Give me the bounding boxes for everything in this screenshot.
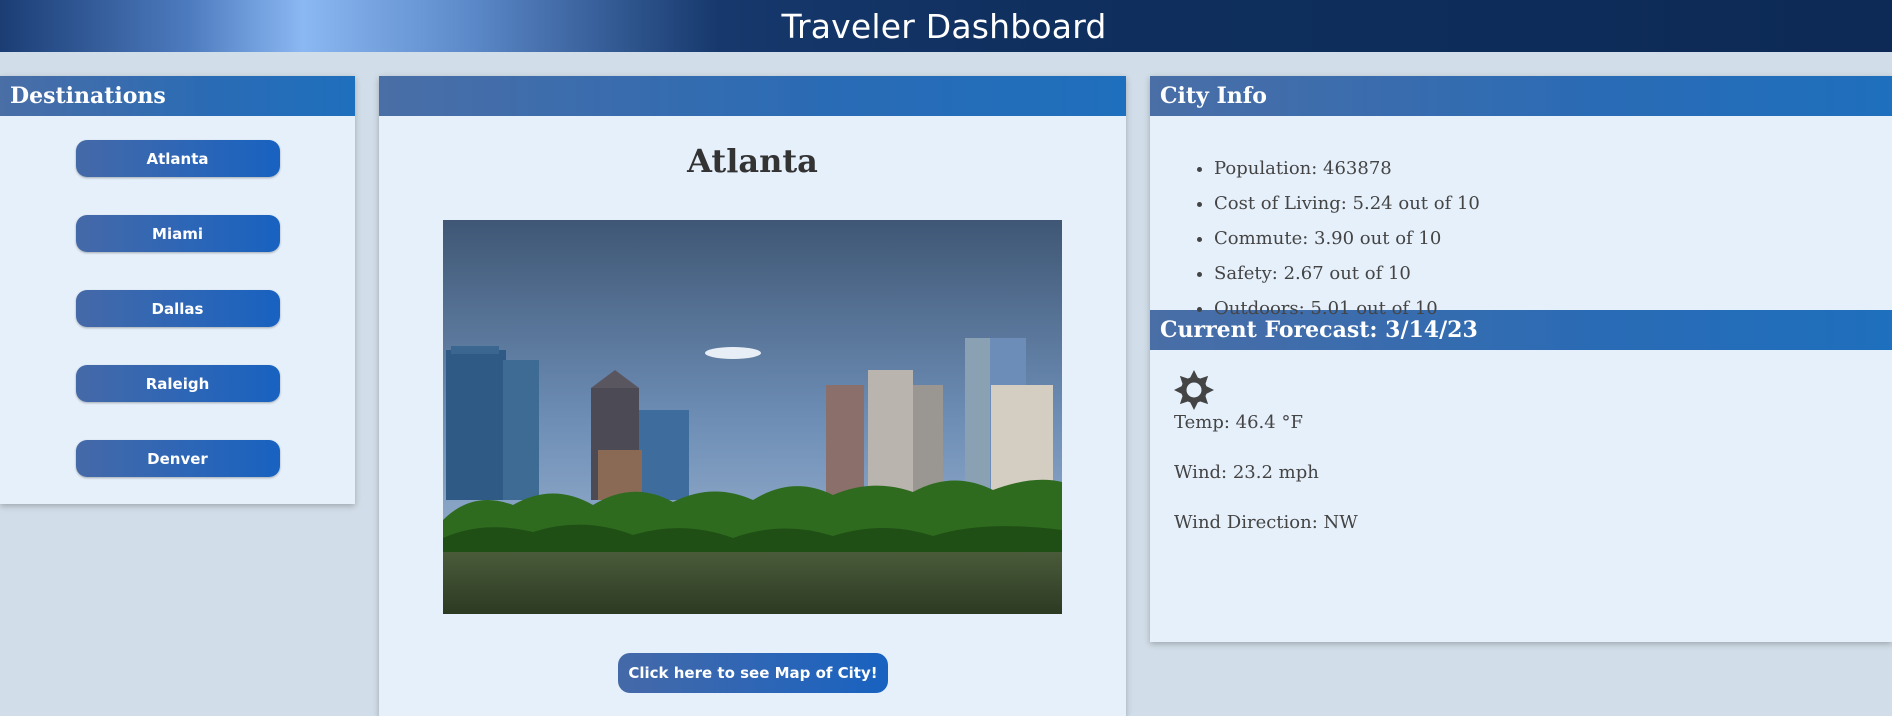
city-info-list: Population: 463878 Cost of Living: 5.24 … (1150, 116, 1892, 319)
destinations-title: Destinations (0, 76, 355, 116)
destination-button-miami[interactable]: Miami (75, 215, 280, 252)
city-skyline-image (443, 220, 1062, 614)
forecast-temp: Temp: 46.4 °F (1174, 412, 1303, 433)
destination-button-raleigh[interactable]: Raleigh (75, 365, 280, 402)
destination-button-dallas[interactable]: Dallas (75, 290, 280, 327)
see-map-button[interactable]: Click here to see Map of City! (618, 653, 888, 693)
cost-of-living-stat: Cost of Living: 5.24 out of 10 (1214, 193, 1892, 228)
destination-button-denver[interactable]: Denver (75, 440, 280, 477)
destinations-panel: Destinations Atlanta Miami Dallas Raleig… (0, 76, 355, 504)
sun-icon (1172, 368, 1216, 412)
commute-stat: Commute: 3.90 out of 10 (1214, 228, 1892, 263)
destination-list: Atlanta Miami Dallas Raleigh Denver (0, 116, 355, 477)
city-panel: Atlanta Click here to see Map of City! (379, 76, 1126, 716)
safety-stat: Safety: 2.67 out of 10 (1214, 263, 1892, 298)
city-info-title: City Info (1150, 76, 1892, 116)
destination-button-atlanta[interactable]: Atlanta (75, 140, 280, 177)
forecast-wind-direction: Wind Direction: NW (1174, 512, 1358, 533)
app-header: Traveler Dashboard (0, 0, 1892, 52)
page-title: Traveler Dashboard (781, 6, 1107, 46)
city-panel-header (379, 76, 1126, 116)
population-stat: Population: 463878 (1214, 158, 1892, 193)
city-info-panel: City Info Population: 463878 Cost of Liv… (1150, 76, 1892, 642)
forecast-wind: Wind: 23.2 mph (1174, 462, 1319, 483)
city-name: Atlanta (687, 142, 818, 180)
